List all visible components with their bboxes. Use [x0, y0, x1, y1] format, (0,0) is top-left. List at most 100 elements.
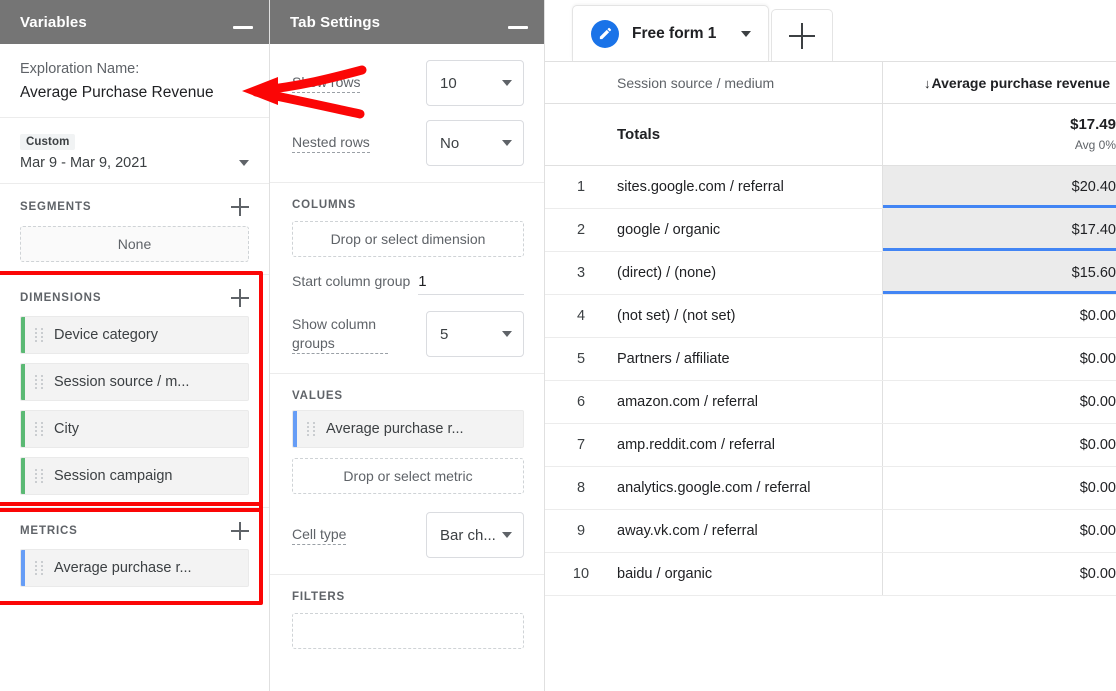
report-tab-bar: Free form 1 [545, 0, 1116, 61]
segments-section: SEGMENTS None [0, 184, 269, 275]
row-dimension[interactable]: analytics.google.com / referral [617, 467, 882, 510]
dimension-chip-session-campaign[interactable]: Session campaign [20, 457, 249, 495]
row-dimension[interactable]: Partners / affiliate [617, 338, 882, 381]
metrics-section: METRICS Average purchase r... [0, 508, 269, 599]
report-table: Session source / medium ↓Average purchas… [545, 61, 1116, 596]
row-dimension[interactable]: amp.reddit.com / referral [617, 424, 882, 467]
row-metric-value: $0.00 [882, 381, 1116, 424]
variables-panel-header: Variables [0, 0, 269, 44]
row-metric-value: $0.00 [882, 510, 1116, 553]
plus-icon [789, 23, 815, 49]
table-row[interactable]: 9away.vk.com / referral$0.00 [545, 510, 1116, 553]
cell-type-select[interactable]: Bar ch... [426, 512, 524, 558]
table-row[interactable]: 10baidu / organic$0.00 [545, 553, 1116, 596]
table-row[interactable]: 5Partners / affiliate $0.00 [545, 338, 1116, 381]
tab-settings-panel: Tab Settings Show rows 10 Nested rows No [270, 0, 545, 691]
drag-handle-icon[interactable] [35, 422, 44, 436]
dimension-chip-city[interactable]: City [20, 410, 249, 448]
report-canvas: Free form 1 Session source / medium ↓Ave… [545, 0, 1116, 691]
date-range-section[interactable]: Custom Mar 9 - Mar 9, 2021 [0, 118, 269, 184]
add-dimension-plus-icon[interactable] [231, 289, 249, 307]
value-chip-average-purchase-revenue[interactable]: Average purchase r... [292, 410, 524, 448]
metric-column-header[interactable]: ↓Average purchase revenue [882, 62, 1116, 104]
row-dimension[interactable]: sites.google.com / referral [617, 166, 882, 209]
row-dimension[interactable]: (direct) / (none) [617, 252, 882, 295]
add-metric-plus-icon[interactable] [231, 522, 249, 540]
row-index: 1 [545, 166, 617, 209]
table-row[interactable]: 3(direct) / (none) $15.60 [545, 252, 1116, 295]
drag-handle-icon[interactable] [35, 561, 44, 575]
add-segment-plus-icon[interactable] [231, 198, 249, 216]
totals-value-cell: $17.49 Avg 0% [882, 104, 1116, 166]
report-data-rows: 1sites.google.com / referral$20.402googl… [545, 166, 1116, 596]
tab-free-form-1[interactable]: Free form 1 [572, 5, 769, 61]
table-row[interactable]: 8analytics.google.com / referral$0.00 [545, 467, 1116, 510]
drag-handle-icon[interactable] [35, 328, 44, 342]
filters-section: FILTERS [270, 575, 544, 665]
filters-title: FILTERS [292, 591, 524, 603]
drag-handle-icon[interactable] [307, 422, 316, 436]
row-dimension[interactable]: baidu / organic [617, 553, 882, 596]
table-row[interactable]: 7amp.reddit.com / referral$0.00 [545, 424, 1116, 467]
minimize-icon[interactable] [233, 26, 253, 29]
totals-subtext: Avg 0% [883, 138, 1116, 153]
filters-dropzone[interactable] [292, 613, 524, 649]
values-dropzone[interactable]: Drop or select metric [292, 458, 524, 494]
chevron-down-icon[interactable] [741, 31, 751, 37]
tab-settings-panel-title: Tab Settings [290, 14, 380, 31]
row-metric-value: $0.00 [882, 338, 1116, 381]
nested-rows-row: Nested rows No [292, 120, 524, 166]
show-rows-label: Show rows [292, 73, 360, 93]
row-metric-text: $0.00 [1080, 351, 1116, 367]
row-index: 3 [545, 252, 617, 295]
exploration-name-value[interactable]: Average Purchase Revenue [20, 81, 249, 105]
table-row[interactable]: 6amazon.com / referral$0.00 [545, 381, 1116, 424]
tab-label: Free form 1 [632, 25, 716, 43]
table-row[interactable]: 4(not set) / (not set)$0.00 [545, 295, 1116, 338]
tab-settings-body: Show rows 10 Nested rows No COLUMNS Dr [270, 44, 544, 691]
segments-title: SEGMENTS [20, 201, 91, 213]
metric-chip-label: Average purchase r... [54, 560, 192, 576]
row-metric-text: $0.00 [1080, 480, 1116, 496]
row-dimension[interactable]: (not set) / (not set) [617, 295, 882, 338]
row-metric-text: $15.60 [1072, 265, 1116, 281]
nested-rows-select[interactable]: No [426, 120, 524, 166]
show-column-groups-select[interactable]: 5 [426, 311, 524, 357]
exploration-name-section[interactable]: Exploration Name: Average Purchase Reven… [0, 44, 269, 118]
columns-dropzone[interactable]: Drop or select dimension [292, 221, 524, 257]
row-metric-value: $0.00 [882, 553, 1116, 596]
metric-chip-average-purchase-revenue[interactable]: Average purchase r... [20, 549, 249, 587]
nested-rows-value: No [440, 135, 459, 152]
table-header-row: Session source / medium ↓Average purchas… [545, 62, 1116, 104]
dimension-chip-device-category[interactable]: Device category [20, 316, 249, 354]
dimension-column-header[interactable]: Session source / medium [617, 62, 882, 104]
add-tab-button[interactable] [771, 9, 833, 61]
table-row[interactable]: 1sites.google.com / referral$20.40 [545, 166, 1116, 209]
date-range-row[interactable]: Mar 9 - Mar 9, 2021 [20, 155, 249, 171]
totals-amount: $17.49 [883, 116, 1116, 135]
dimensions-section: DIMENSIONS Device category Session sourc… [0, 275, 269, 508]
row-metric-value: $15.60 [882, 252, 1116, 295]
start-column-group-input[interactable]: 1 [418, 273, 524, 295]
chevron-down-icon [502, 331, 512, 337]
row-dimension[interactable]: google / organic [617, 209, 882, 252]
row-metric-text: $0.00 [1080, 308, 1116, 324]
dimension-chip-label: Session campaign [54, 468, 173, 484]
start-column-group-row[interactable]: Start column group 1 [292, 273, 524, 295]
dimension-chip-label: City [54, 421, 79, 437]
table-row[interactable]: 2google / organic$17.40 [545, 209, 1116, 252]
minimize-icon[interactable] [508, 26, 528, 29]
metrics-header: METRICS [20, 522, 249, 540]
show-rows-select[interactable]: 10 [426, 60, 524, 106]
row-metric-value: $0.00 [882, 295, 1116, 338]
segments-empty-dropzone[interactable]: None [20, 226, 249, 262]
drag-handle-icon[interactable] [35, 469, 44, 483]
row-dimension[interactable]: amazon.com / referral [617, 381, 882, 424]
row-index: 5 [545, 338, 617, 381]
rows-settings-section: Show rows 10 Nested rows No [270, 44, 544, 183]
row-dimension[interactable]: away.vk.com / referral [617, 510, 882, 553]
values-title: VALUES [292, 390, 524, 402]
dimension-chip-session-source-medium[interactable]: Session source / m... [20, 363, 249, 401]
chevron-down-icon[interactable] [239, 160, 249, 166]
drag-handle-icon[interactable] [35, 375, 44, 389]
